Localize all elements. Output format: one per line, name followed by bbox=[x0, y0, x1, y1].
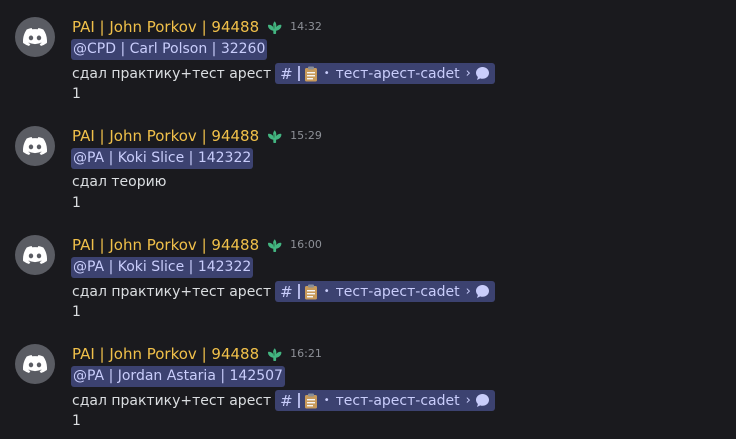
chevron-right-icon: › bbox=[465, 283, 471, 299]
channel-name: тест-арест-cadet bbox=[335, 65, 460, 82]
message-number: 1 bbox=[72, 86, 81, 102]
chat-message-list: PAI | John Porkov | 94488 14:32 @CPD | C… bbox=[0, 0, 736, 439]
username[interactable]: PAI | John Porkov | 94488 bbox=[72, 126, 259, 146]
message-number: 1 bbox=[72, 413, 81, 429]
chevron-right-icon: › bbox=[465, 65, 471, 81]
hash-icon: # bbox=[280, 64, 293, 83]
user-avatar[interactable] bbox=[15, 235, 55, 275]
hash-icon: # bbox=[280, 282, 293, 301]
channel-link[interactable]: # • тест-арест-cadet › bbox=[275, 281, 495, 302]
message-number: 1 bbox=[72, 195, 81, 211]
clipboard-icon bbox=[304, 284, 318, 300]
thread-bubble-icon bbox=[475, 66, 490, 81]
clipboard-icon bbox=[304, 393, 318, 409]
channel-dot: • bbox=[323, 285, 330, 297]
channel-divider bbox=[297, 393, 300, 408]
leaf-role-icon[interactable] bbox=[264, 17, 284, 37]
message-text-line: сдал практику+тест арест # • тест-арест-… bbox=[72, 63, 495, 84]
message-text-line: сдал практику+тест арест # • тест-арест-… bbox=[72, 390, 495, 411]
timestamp[interactable]: 16:00 bbox=[290, 235, 322, 255]
timestamp[interactable]: 14:32 bbox=[290, 17, 322, 37]
channel-divider bbox=[297, 66, 300, 81]
timestamp[interactable]: 15:29 bbox=[290, 126, 322, 146]
user-mention[interactable]: @PA | Koki Slice | 142322 bbox=[71, 148, 254, 169]
timestamp[interactable]: 16:21 bbox=[290, 344, 322, 364]
chevron-right-icon: › bbox=[465, 392, 471, 408]
hash-icon: # bbox=[280, 391, 293, 410]
message-text: сдал практику+тест арест bbox=[72, 392, 272, 409]
channel-link[interactable]: # • тест-арест-cadet › bbox=[275, 390, 495, 411]
channel-dot: • bbox=[323, 67, 330, 79]
user-avatar[interactable] bbox=[15, 344, 55, 384]
message-text-line: сдал теорию bbox=[72, 172, 166, 192]
message-text: сдал теорию bbox=[72, 174, 167, 190]
channel-divider bbox=[297, 284, 300, 299]
message-item: PAI | John Porkov | 94488 16:21 @PA | Jo… bbox=[0, 327, 736, 429]
channel-link[interactable]: # • тест-арест-cadet › bbox=[275, 63, 495, 84]
message-header: PAI | John Porkov | 94488 14:32 bbox=[72, 17, 322, 37]
message-header: PAI | John Porkov | 94488 16:00 bbox=[72, 235, 322, 255]
username[interactable]: PAI | John Porkov | 94488 bbox=[72, 235, 259, 255]
leaf-role-icon[interactable] bbox=[264, 344, 284, 364]
message-text: сдал практику+тест арест bbox=[72, 283, 272, 300]
thread-bubble-icon bbox=[475, 393, 490, 408]
message-header: PAI | John Porkov | 94488 16:21 bbox=[72, 344, 322, 364]
message-number: 1 bbox=[72, 304, 81, 320]
user-avatar[interactable] bbox=[15, 17, 55, 57]
message-item: PAI | John Porkov | 94488 14:32 @CPD | C… bbox=[0, 0, 736, 102]
user-mention[interactable]: @PA | Koki Slice | 142322 bbox=[71, 257, 254, 278]
discord-logo-icon bbox=[23, 355, 47, 373]
discord-logo-icon bbox=[23, 137, 47, 155]
leaf-role-icon[interactable] bbox=[264, 126, 284, 146]
username[interactable]: PAI | John Porkov | 94488 bbox=[72, 17, 259, 37]
thread-bubble-icon bbox=[475, 284, 490, 299]
message-text-line: сдал практику+тест арест # • тест-арест-… bbox=[72, 281, 495, 302]
leaf-role-icon[interactable] bbox=[264, 235, 284, 255]
message-text: сдал практику+тест арест bbox=[72, 65, 272, 82]
clipboard-icon bbox=[304, 66, 318, 82]
discord-logo-icon bbox=[23, 246, 47, 264]
channel-name: тест-арест-cadet bbox=[335, 392, 460, 409]
message-item: PAI | John Porkov | 94488 15:29 @PA | Ko… bbox=[0, 109, 736, 211]
user-avatar[interactable] bbox=[15, 126, 55, 166]
user-mention[interactable]: @CPD | Carl Polson | 32260 bbox=[71, 39, 268, 60]
discord-logo-icon bbox=[23, 28, 47, 46]
message-header: PAI | John Porkov | 94488 15:29 bbox=[72, 126, 322, 146]
username[interactable]: PAI | John Porkov | 94488 bbox=[72, 344, 259, 364]
channel-dot: • bbox=[323, 394, 330, 406]
message-item: PAI | John Porkov | 94488 16:00 @PA | Ko… bbox=[0, 218, 736, 320]
channel-name: тест-арест-cadet bbox=[335, 283, 460, 300]
user-mention[interactable]: @PA | Jordan Astaria | 142507 bbox=[71, 366, 285, 387]
